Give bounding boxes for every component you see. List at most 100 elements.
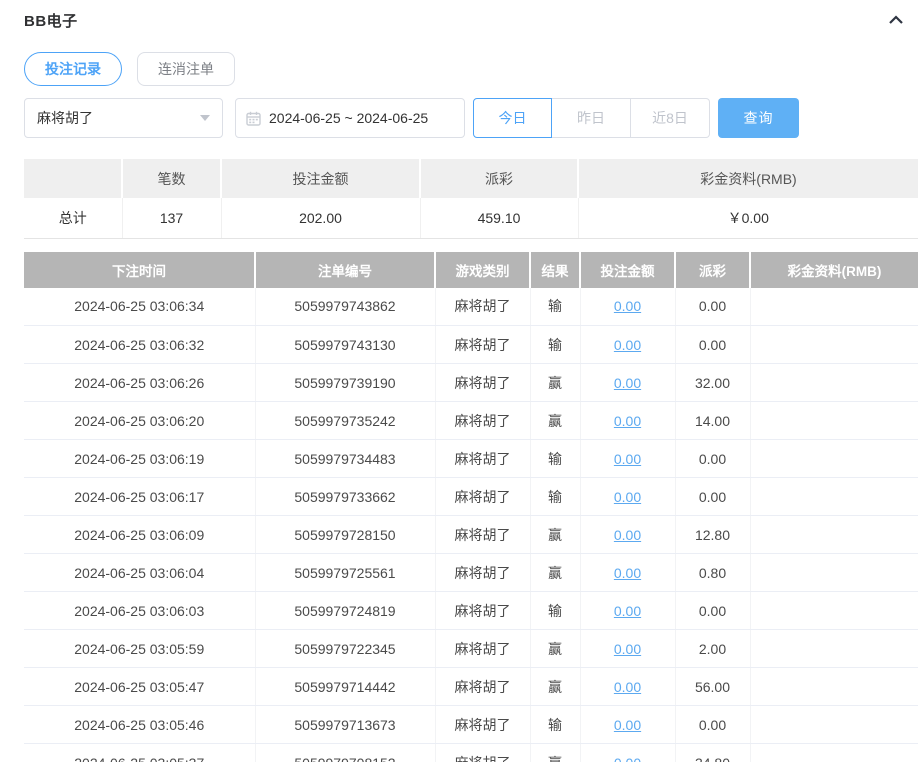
date-range-input[interactable]: 2024-06-25 ~ 2024-06-25 [235, 98, 465, 138]
cell-order-number: 5059979708152 [255, 743, 436, 762]
bet-amount-link[interactable]: 0.00 [614, 298, 641, 314]
table-row: 2024-06-25 03:05:46 5059979713673 麻将胡了 输… [24, 705, 918, 744]
records-header-time: 下注时间 [24, 251, 256, 288]
cell-bet-time: 2024-06-25 03:05:59 [24, 629, 256, 668]
cell-result: 输 [530, 477, 581, 516]
cell-bet-amount: 0.00 [580, 363, 676, 402]
cell-bet-time: 2024-06-25 03:05:37 [24, 743, 256, 762]
cell-bet-time: 2024-06-25 03:05:47 [24, 667, 256, 706]
bet-amount-link[interactable]: 0.00 [614, 527, 641, 543]
cell-order-number: 5059979743862 [255, 287, 436, 326]
table-row: 2024-06-25 03:06:19 5059979734483 麻将胡了 输… [24, 439, 918, 478]
bet-amount-link[interactable]: 0.00 [614, 489, 641, 505]
cell-result: 赢 [530, 629, 581, 668]
bet-amount-link[interactable]: 0.00 [614, 641, 641, 657]
cell-game-type: 麻将胡了 [435, 591, 531, 630]
table-row: 2024-06-25 03:05:59 5059979722345 麻将胡了 赢… [24, 629, 918, 668]
tab-cancelled-orders[interactable]: 连消注单 [137, 52, 235, 86]
cell-jackpot [750, 591, 918, 630]
cell-result: 赢 [530, 743, 581, 762]
cell-result: 赢 [530, 553, 581, 592]
bet-amount-link[interactable]: 0.00 [614, 717, 641, 733]
cell-bet-amount: 0.00 [580, 667, 676, 706]
cell-result: 输 [530, 439, 581, 478]
cell-payout: 14.00 [675, 401, 751, 440]
cell-game-type: 麻将胡了 [435, 667, 531, 706]
cell-game-type: 麻将胡了 [435, 287, 531, 326]
bet-amount-link[interactable]: 0.00 [614, 451, 641, 467]
query-button[interactable]: 查询 [718, 98, 799, 138]
cell-bet-time: 2024-06-25 03:06:04 [24, 553, 256, 592]
cell-jackpot [750, 743, 918, 762]
summary-total-row: 总计 137 202.00 459.10 ￥0.00 [24, 198, 918, 239]
bet-amount-link[interactable]: 0.00 [614, 603, 641, 619]
yesterday-button[interactable]: 昨日 [552, 98, 631, 138]
chevron-down-icon [200, 115, 210, 121]
cell-result: 赢 [530, 363, 581, 402]
table-row: 2024-06-25 03:05:47 5059979714442 麻将胡了 赢… [24, 667, 918, 706]
bet-amount-link[interactable]: 0.00 [614, 565, 641, 581]
cell-bet-amount: 0.00 [580, 439, 676, 478]
summary-total-count: 137 [122, 198, 222, 239]
cell-bet-amount: 0.00 [580, 743, 676, 762]
today-button[interactable]: 今日 [473, 98, 552, 138]
summary-header-payout: 派彩 [420, 159, 579, 198]
tab-cancelled-orders-label: 连消注单 [158, 61, 214, 77]
records-header-bet-amount: 投注金额 [580, 251, 676, 288]
cell-bet-amount: 0.00 [580, 629, 676, 668]
last-8-days-button[interactable]: 近8日 [631, 98, 710, 138]
cell-bet-amount: 0.00 [580, 477, 676, 516]
cell-payout: 0.00 [675, 477, 751, 516]
cell-jackpot [750, 477, 918, 516]
page: BB电子 投注记录 连消注单 麻将胡了 2024-06-25 ~ 2024-06… [0, 0, 918, 762]
cell-payout: 32.00 [675, 363, 751, 402]
bet-amount-link[interactable]: 0.00 [614, 755, 641, 762]
cell-bet-amount: 0.00 [580, 591, 676, 630]
table-row: 2024-06-25 03:06:03 5059979724819 麻将胡了 输… [24, 591, 918, 630]
table-row: 2024-06-25 03:06:34 5059979743862 麻将胡了 输… [24, 287, 918, 326]
table-row: 2024-06-25 03:06:26 5059979739190 麻将胡了 赢… [24, 363, 918, 402]
summary-header-row: 笔数 投注金额 派彩 彩金资料(RMB) [24, 159, 918, 198]
cell-bet-amount: 0.00 [580, 401, 676, 440]
cell-result: 输 [530, 287, 581, 326]
tab-betting-records-label: 投注记录 [45, 61, 101, 77]
summary-header-count: 笔数 [122, 159, 222, 198]
quick-range-group: 今日 昨日 近8日 [473, 98, 710, 138]
cell-payout: 12.80 [675, 515, 751, 554]
cell-bet-amount: 0.00 [580, 325, 676, 364]
summary-total-bet-amount: 202.00 [221, 198, 421, 239]
bet-amount-link[interactable]: 0.00 [614, 337, 641, 353]
cell-game-type: 麻将胡了 [435, 401, 531, 440]
cell-payout: 0.80 [675, 553, 751, 592]
cell-jackpot [750, 553, 918, 592]
collapse-panel-button[interactable] [886, 10, 906, 30]
cell-bet-amount: 0.00 [580, 705, 676, 744]
bet-amount-link[interactable]: 0.00 [614, 679, 641, 695]
cell-jackpot [750, 629, 918, 668]
table-row: 2024-06-25 03:06:32 5059979743130 麻将胡了 输… [24, 325, 918, 364]
tab-betting-records[interactable]: 投注记录 [24, 52, 122, 86]
cell-bet-time: 2024-06-25 03:06:20 [24, 401, 256, 440]
game-select[interactable]: 麻将胡了 [24, 98, 223, 138]
cell-jackpot [750, 363, 918, 402]
cell-bet-time: 2024-06-25 03:06:34 [24, 287, 256, 326]
cell-game-type: 麻将胡了 [435, 705, 531, 744]
summary-header-jackpot: 彩金资料(RMB) [578, 159, 918, 198]
bet-amount-link[interactable]: 0.00 [614, 375, 641, 391]
cell-payout: 0.00 [675, 439, 751, 478]
bet-amount-link[interactable]: 0.00 [614, 413, 641, 429]
records-table: 下注时间 注单编号 游戏类别 结果 投注金额 派彩 彩金资料(RMB) 2024… [24, 251, 918, 762]
cell-payout: 56.00 [675, 667, 751, 706]
cell-order-number: 5059979722345 [255, 629, 436, 668]
cell-bet-amount: 0.00 [580, 515, 676, 554]
cell-result: 输 [530, 705, 581, 744]
summary-header-bet-amount: 投注金额 [221, 159, 421, 198]
cell-jackpot [750, 515, 918, 554]
date-range-value: 2024-06-25 ~ 2024-06-25 [269, 110, 429, 126]
cell-order-number: 5059979735242 [255, 401, 436, 440]
records-header-order-no: 注单编号 [255, 251, 436, 288]
cell-jackpot [750, 667, 918, 706]
cell-game-type: 麻将胡了 [435, 439, 531, 478]
cell-order-number: 5059979713673 [255, 705, 436, 744]
cell-result: 输 [530, 591, 581, 630]
